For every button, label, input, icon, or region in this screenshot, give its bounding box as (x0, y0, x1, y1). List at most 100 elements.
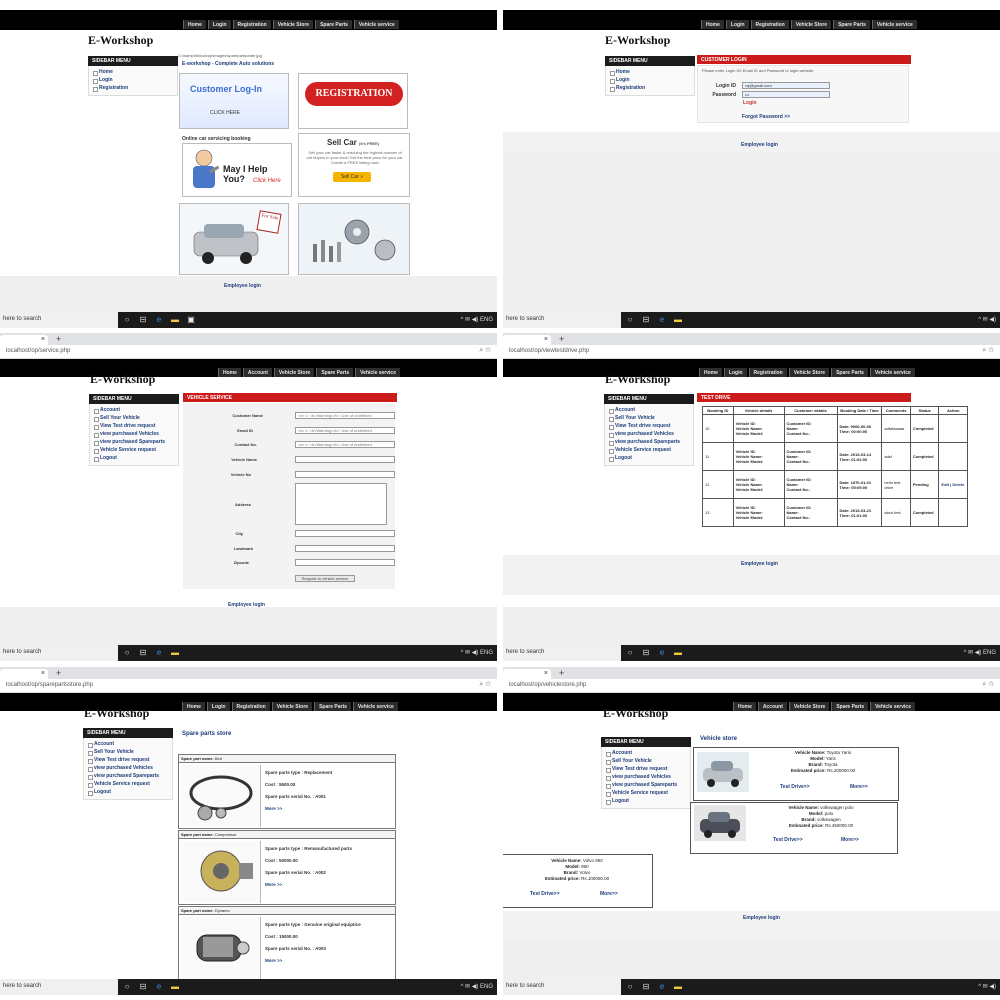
sidebar-item-purchased-vehicles[interactable]: view purchased Vehicles (84, 764, 172, 772)
taskbar-search[interactable]: here to search (503, 979, 621, 995)
cortana-icon[interactable]: ○ (625, 982, 635, 992)
test-drive-link[interactable]: Test Drive>> (530, 891, 560, 897)
close-tab-icon[interactable]: × (544, 336, 548, 343)
employee-login-link[interactable]: Employee login (741, 142, 778, 148)
nav-vehicle-store[interactable]: Vehicle Store (271, 702, 313, 711)
nav-spare-parts[interactable]: Spare Parts (316, 368, 354, 377)
sidebar-item-purchased-vehicles[interactable]: view purchased Vehicles (605, 430, 693, 438)
more-link[interactable]: More >> (265, 955, 361, 967)
close-tab-icon[interactable]: × (41, 336, 45, 343)
store-icon[interactable]: ▣ (186, 315, 196, 325)
help-tile[interactable]: May I Help You? Click Here (182, 143, 292, 197)
customer-name-input[interactable]: <br /> <b>Warning</b>: Use of undefined (295, 412, 395, 419)
nav-login[interactable]: Login (206, 702, 230, 711)
sidebar-item-sell-vehicle[interactable]: Sell Your Vehicle (90, 414, 178, 422)
browser-tab[interactable]: × (0, 335, 48, 345)
sidebar-item-purchased-spareparts[interactable]: view purchased Spareparts (90, 438, 178, 446)
sidebar-item-test-drive[interactable]: View Test drive request (602, 765, 690, 773)
nav-spare-parts[interactable]: Spare Parts (831, 702, 869, 711)
nav-account[interactable]: Account (242, 368, 272, 377)
nav-vehicle-service[interactable]: Vehicle service (352, 702, 398, 711)
sidebar-item-service-request[interactable]: Vehicle Service request (605, 446, 693, 454)
sidebar-item-account[interactable]: Account (90, 406, 178, 414)
bookmark-star-icon[interactable]: ⌕ ☆ (982, 681, 994, 689)
request-service-button[interactable]: Request to vehicle service (295, 575, 355, 582)
sidebar-item-logout[interactable]: Logout (84, 788, 172, 796)
sidebar-item-account[interactable]: Account (602, 749, 690, 757)
employee-login-link[interactable]: Employee login (224, 283, 261, 289)
nav-vehicle-service[interactable]: Vehicle service (870, 702, 915, 711)
folder-icon[interactable]: ▬ (170, 982, 180, 992)
sidebar-item-sell-vehicle[interactable]: Sell Your Vehicle (605, 414, 693, 422)
bookmark-star-icon[interactable]: ⌕ ☆ (479, 347, 491, 355)
sidebar-item-sell-vehicle[interactable]: Sell Your Vehicle (84, 748, 172, 756)
nav-spare-parts[interactable]: Spare Parts (315, 20, 352, 29)
browser-tab[interactable]: × (503, 335, 551, 345)
employee-login-link[interactable]: Employee login (743, 915, 780, 921)
taskbar-search[interactable]: here to search (503, 312, 621, 328)
browser-tab[interactable]: × (503, 669, 551, 679)
address-textarea[interactable] (295, 483, 387, 525)
task-view-icon[interactable]: ⊟ (138, 982, 148, 992)
contact-input[interactable]: <br /> <b>Warning</b>: Use of undefined (295, 441, 395, 448)
sell-car-tile[interactable]: Sell Car (It's FREE) Sell your car faste… (298, 133, 410, 197)
bookmark-star-icon[interactable]: ⌕ ☆ (982, 347, 994, 355)
more-link[interactable]: More>> (850, 784, 868, 790)
edge-icon[interactable]: e (657, 315, 667, 325)
taskbar-search[interactable]: here to search (0, 312, 118, 328)
test-drive-link[interactable]: Test Drive>> (773, 837, 803, 843)
sidebar-item-login[interactable]: Login (89, 76, 177, 84)
cortana-icon[interactable]: ○ (625, 315, 635, 325)
nav-registration[interactable]: Registration (750, 20, 789, 29)
password-input[interactable]: ••• (742, 91, 830, 98)
nav-vehicle-store[interactable]: Vehicle Store (790, 20, 832, 29)
more-link[interactable]: More>> (600, 891, 618, 897)
nav-vehicle-store[interactable]: Vehicle Store (272, 20, 314, 29)
login-button[interactable]: Login (743, 100, 757, 106)
vehicle-no-input[interactable] (295, 471, 395, 478)
sidebar-item-registration[interactable]: Registration (606, 84, 694, 92)
edge-icon[interactable]: e (154, 982, 164, 992)
nav-registration[interactable]: Registration (748, 368, 787, 377)
vehicle-name-input[interactable] (295, 456, 395, 463)
new-tab-icon[interactable]: + (559, 668, 564, 678)
sidebar-item-test-drive[interactable]: View Test drive request (84, 756, 172, 764)
url-text[interactable]: localhost/op/service.php (6, 348, 70, 354)
nav-login[interactable]: Login (725, 20, 749, 29)
sell-car-button[interactable]: Sell Car » (333, 172, 371, 182)
taskbar-search[interactable]: here to search (503, 645, 621, 661)
new-tab-icon[interactable]: + (56, 334, 61, 344)
sidebar-item-home[interactable]: Home (606, 68, 694, 76)
customer-login-tile[interactable]: Customer Log-In CLICK HERE (179, 73, 289, 129)
taskbar-search[interactable]: here to search (0, 979, 118, 995)
task-view-icon[interactable]: ⊟ (641, 648, 651, 658)
close-tab-icon[interactable]: × (544, 670, 548, 677)
nav-vehicle-service[interactable]: Vehicle service (871, 20, 917, 29)
sidebar-item-purchased-vehicles[interactable]: view purchased Vehicles (602, 773, 690, 781)
nav-registration[interactable]: Registration (231, 702, 270, 711)
url-text[interactable]: localhost/op/viewtestdrive.php (509, 348, 589, 354)
nav-account[interactable]: Account (757, 702, 787, 711)
nav-vehicle-service[interactable]: Vehicle service (869, 368, 915, 377)
nav-spare-parts[interactable]: Spare Parts (831, 368, 868, 377)
folder-icon[interactable]: ▬ (673, 982, 683, 992)
nav-home[interactable]: Home (218, 368, 241, 377)
nav-vehicle-service[interactable]: Vehicle service (353, 20, 399, 29)
more-link[interactable]: More>> (841, 837, 859, 843)
nav-vehicle-store[interactable]: Vehicle Store (788, 702, 830, 711)
bookmark-star-icon[interactable]: ⌕ ☆ (479, 681, 491, 689)
sidebar-item-registration[interactable]: Registration (89, 84, 177, 92)
landmark-input[interactable] (295, 545, 395, 552)
taskbar-search[interactable]: here to search (0, 645, 118, 661)
registration-tile[interactable]: REGISTRATION (298, 73, 408, 129)
task-view-icon[interactable]: ⊟ (138, 648, 148, 658)
cortana-icon[interactable]: ○ (625, 648, 635, 658)
email-input[interactable]: <br /> <b>Warning</b>: Use of undefined (295, 427, 395, 434)
sidebar-item-sell-vehicle[interactable]: Sell Your Vehicle (602, 757, 690, 765)
forgot-password-link[interactable]: Forgot Password >> (742, 114, 790, 120)
nav-home[interactable]: Home (699, 368, 722, 377)
more-link[interactable]: More >> (265, 803, 332, 815)
sidebar-item-test-drive[interactable]: View Test drive request (90, 422, 178, 430)
url-text[interactable]: localhost/op/sparepartsstore.php (6, 682, 93, 688)
new-tab-icon[interactable]: + (559, 334, 564, 344)
